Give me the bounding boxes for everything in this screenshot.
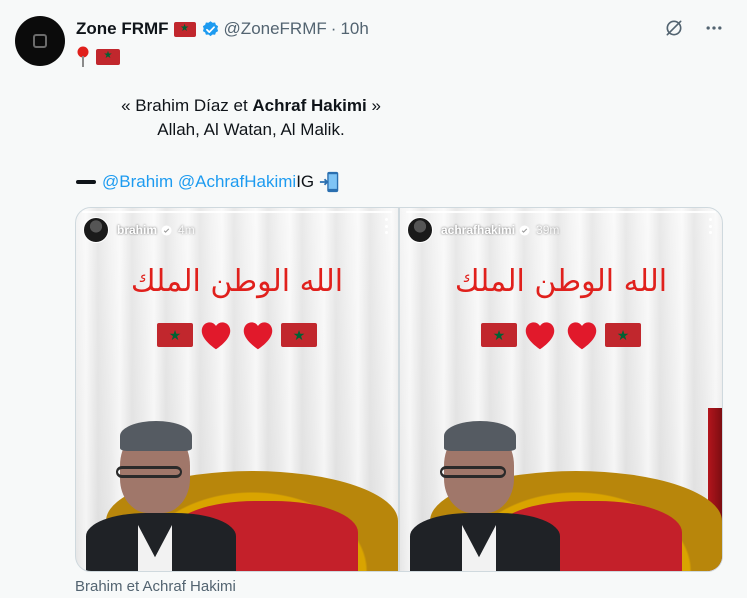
- verified-badge-icon: [161, 224, 172, 236]
- pin-icon: [77, 46, 89, 67]
- tweet-mentions-line: @Brahim @AchrafHakimi IG: [76, 170, 341, 193]
- media-panel-brahim[interactable]: brahim 4m الله الوطن الملك: [76, 208, 398, 571]
- morocco-flag-icon: [481, 323, 517, 347]
- line1-suffix: »: [366, 96, 381, 115]
- author-avatar[interactable]: [15, 16, 65, 66]
- morocco-flag-icon: [605, 323, 641, 347]
- phone-arrow-icon: [320, 171, 339, 192]
- story-more-icon: [708, 218, 712, 234]
- verified-badge-icon: [519, 224, 530, 236]
- story-username: achrafhakimi: [441, 223, 516, 237]
- story-photo-scene: [400, 421, 722, 571]
- tweet-header: Zone FRMF @ZoneFRMF · 10h: [76, 18, 369, 40]
- tweet-media: brahim 4m الله الوطن الملك achrafhakimi: [75, 207, 723, 572]
- author-name[interactable]: Zone FRMF: [76, 19, 169, 39]
- person-glasses: [440, 466, 506, 478]
- person-hair: [444, 421, 516, 451]
- morocco-flag-icon: [157, 323, 193, 347]
- red-heart-icon: [243, 322, 273, 350]
- line1-bold-name: Achraf Hakimi: [252, 96, 367, 115]
- author-handle[interactable]: @ZoneFRMF: [224, 19, 327, 39]
- tweet-subline: [76, 46, 120, 68]
- person-hair: [120, 421, 192, 451]
- media-panel-achrafhakimi[interactable]: achrafhakimi 39m الله الوطن الملك: [400, 208, 722, 571]
- story-more-icon: [384, 218, 388, 234]
- story-emoji-row: [400, 316, 722, 354]
- dash-icon: [76, 179, 96, 184]
- story-emoji-row: [76, 316, 398, 354]
- mention-achrafhakimi[interactable]: @AchrafHakimi: [178, 170, 296, 193]
- media-caption: Brahim et Achraf Hakimi: [75, 578, 236, 595]
- story-avatar: [407, 217, 433, 243]
- morocco-flag-icon: [281, 323, 317, 347]
- red-heart-icon: [525, 322, 555, 350]
- red-heart-icon: [201, 322, 231, 350]
- mentions-suffix: IG: [296, 172, 315, 191]
- grok-icon[interactable]: [663, 17, 685, 39]
- tweet-actions: [663, 17, 725, 39]
- red-heart-icon: [567, 322, 597, 350]
- story-photo-scene: [76, 421, 398, 571]
- morocco-flag-icon: [96, 48, 120, 65]
- more-icon[interactable]: [703, 17, 725, 39]
- tweet-time[interactable]: 10h: [340, 19, 368, 39]
- frmf-logo: [33, 34, 47, 48]
- story-header: achrafhakimi 39m: [400, 208, 722, 244]
- tweet-text-line2: Allah, Al Watan, Al Malik.: [157, 120, 345, 139]
- tweet-text-line1: « Brahim Díaz et Achraf Hakimi »: [76, 94, 426, 117]
- story-arabic-text: الله الوطن الملك: [130, 264, 344, 299]
- story-time: 4m: [178, 223, 195, 237]
- morocco-flag-icon: [173, 21, 196, 37]
- story-arabic-text: الله الوطن الملك: [454, 264, 668, 299]
- line1-prefix: « Brahim Díaz et: [121, 96, 253, 115]
- story-header: brahim 4m: [76, 208, 398, 244]
- mention-brahim[interactable]: @Brahim: [102, 170, 173, 193]
- header-separator: ·: [330, 19, 337, 38]
- verified-badge-icon[interactable]: [201, 20, 220, 39]
- story-username: brahim: [117, 223, 158, 237]
- story-avatar: [83, 217, 109, 243]
- story-time: 39m: [536, 223, 560, 237]
- person-glasses: [116, 466, 182, 478]
